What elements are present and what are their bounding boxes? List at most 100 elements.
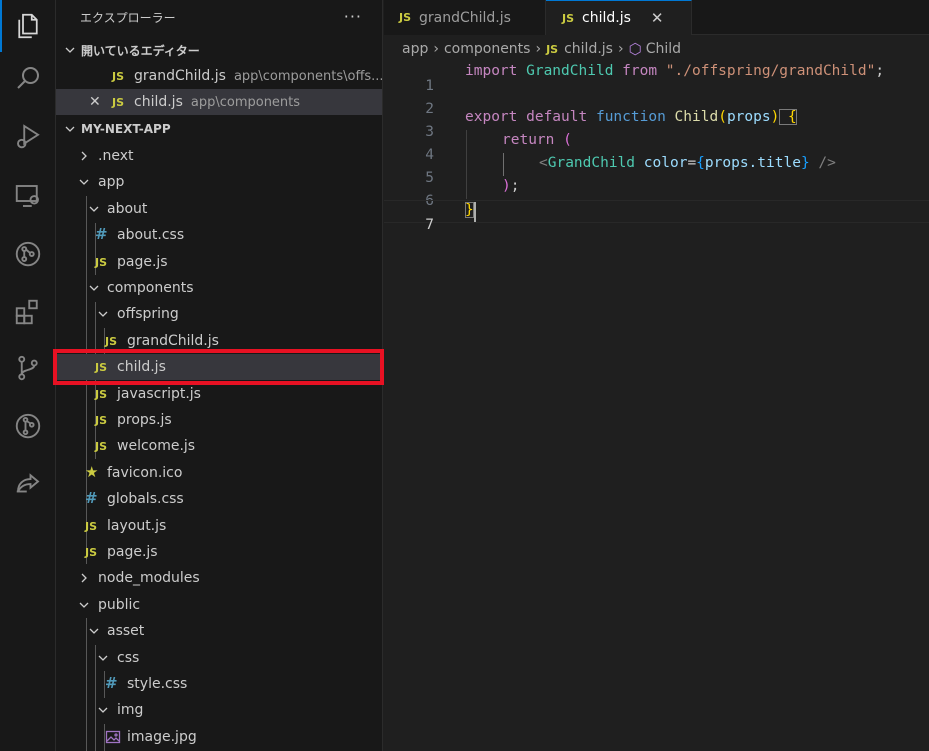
code-token: return: [502, 132, 555, 148]
live-share-icon[interactable]: [0, 458, 56, 510]
code-line: 4 return (: [384, 131, 929, 163]
tree-item-favicon[interactable]: ★ favicon.ico: [56, 460, 382, 486]
js-file-icon: JS: [95, 388, 108, 401]
tree-item-label: asset: [107, 623, 145, 639]
tree-item-about[interactable]: about: [56, 196, 382, 222]
js-file-icon: JS: [546, 42, 559, 56]
code-token: (: [554, 132, 572, 148]
js-file-icon: JS: [105, 335, 118, 348]
js-file-icon: JS: [112, 96, 125, 109]
code-line-current: 7 }: [384, 200, 929, 233]
code-token: =: [687, 155, 697, 171]
tree-item-label: style.css: [127, 676, 188, 692]
chevron-right-icon: ›: [535, 41, 542, 57]
code-token: GrandChild: [517, 63, 614, 79]
tree-item-globals-css[interactable]: # globals.css: [56, 486, 382, 512]
chevron-down-icon: [95, 702, 111, 718]
chevron-down-icon: [95, 650, 111, 666]
chevron-down-icon: [76, 174, 92, 190]
tree-item-img-folder[interactable]: img: [56, 697, 382, 723]
code-token: from: [613, 63, 658, 79]
breadcrumb: app › components › JS child.js › ⬡ Child: [384, 37, 929, 61]
chevron-right-icon: ›: [433, 41, 439, 57]
js-file-icon: JS: [112, 70, 125, 83]
tree-item-style-css[interactable]: # style.css: [56, 671, 382, 697]
open-editor-name: grandChild.js: [134, 68, 226, 84]
tree-item-asset[interactable]: asset: [56, 618, 382, 644]
code-editor[interactable]: 1 import GrandChild from "./offspring/gr…: [384, 61, 929, 751]
tree-item-offspring[interactable]: offspring: [56, 301, 382, 327]
tree-item-label: node_modules: [98, 570, 200, 586]
breadcrumb-file[interactable]: child.js: [564, 41, 613, 57]
breadcrumb-symbol[interactable]: Child: [646, 41, 681, 57]
run-debug-icon[interactable]: [0, 110, 56, 162]
line-code: return (: [502, 132, 572, 148]
git-graph-icon[interactable]: [0, 400, 56, 452]
code-token: (: [718, 109, 727, 125]
more-actions-button[interactable]: ···: [344, 7, 362, 26]
project-header[interactable]: MY-NEXT-APP: [56, 116, 382, 142]
chevron-down-icon: [86, 201, 102, 217]
chevron-down-icon: [86, 280, 102, 296]
close-icon[interactable]: ✕: [651, 9, 664, 27]
gitlens-icon[interactable]: [0, 228, 56, 280]
tree-item-node-modules[interactable]: node_modules: [56, 565, 382, 591]
tree-item-props-js[interactable]: JS props.js: [56, 407, 382, 433]
code-token: props.title: [704, 155, 801, 171]
open-editor-item[interactable]: ✕ JS child.js app\components: [56, 89, 382, 115]
tree-item-next[interactable]: .next: [56, 143, 382, 169]
image-file-icon: [105, 729, 121, 745]
tab-grandchild-js[interactable]: JS grandChild.js: [384, 0, 546, 35]
search-icon[interactable]: [0, 52, 56, 104]
code-token: ;: [875, 63, 885, 79]
tree-item-about-css[interactable]: # about.css: [56, 222, 382, 248]
tree-item-label: app: [98, 174, 125, 190]
tree-item-image-jpg[interactable]: image.jpg: [56, 724, 382, 750]
tree-item-label: javascript.js: [117, 386, 201, 402]
open-editor-item[interactable]: JS grandChild.js app\components\offs...: [56, 63, 382, 89]
code-token: {: [779, 109, 797, 125]
extensions-icon[interactable]: [0, 286, 56, 338]
remote-explorer-icon[interactable]: [0, 170, 56, 222]
line-code: export default function Child(props) {: [465, 109, 797, 125]
tree-item-public[interactable]: public: [56, 592, 382, 618]
css-file-icon: #: [105, 674, 118, 692]
js-file-icon: JS: [95, 256, 108, 269]
source-control-icon[interactable]: [0, 342, 56, 394]
tree-item-label: favicon.ico: [107, 465, 183, 481]
code-token: ): [502, 178, 511, 194]
tree-item-label: page.js: [107, 544, 158, 560]
highlight-box: [53, 349, 384, 385]
code-line: 6 );: [384, 177, 929, 209]
open-editors-header[interactable]: 開いているエディター: [56, 37, 382, 63]
css-file-icon: #: [85, 489, 98, 507]
js-file-icon: JS: [95, 414, 108, 427]
tree-item-layout-js[interactable]: JS layout.js: [56, 513, 382, 539]
code-token: default: [517, 109, 588, 125]
tree-item-label: about.css: [117, 227, 185, 243]
tree-item-about-page-js[interactable]: JS page.js: [56, 249, 382, 275]
code-token: }: [465, 202, 474, 218]
line-number: 7: [425, 217, 434, 233]
tree-item-components[interactable]: components: [56, 275, 382, 301]
breadcrumb-app[interactable]: app: [402, 41, 428, 57]
tree-item-app[interactable]: app: [56, 169, 382, 195]
open-editor-name: child.js: [134, 94, 183, 110]
open-editor-label: child.js app\components: [134, 94, 300, 110]
line-code: import GrandChild from "./offspring/gran…: [465, 63, 884, 79]
tree-item-label: grandChild.js: [127, 333, 219, 349]
tab-child-js[interactable]: JS child.js ✕: [546, 0, 692, 35]
tree-item-page-js[interactable]: JS page.js: [56, 539, 382, 565]
js-file-icon: JS: [399, 11, 412, 24]
tree-item-label: page.js: [117, 254, 168, 270]
code-token: props: [726, 109, 771, 125]
star-icon: ★: [85, 463, 99, 481]
close-icon[interactable]: ✕: [89, 94, 101, 110]
tree-item-label: offspring: [117, 306, 179, 322]
chevron-down-icon: [76, 597, 92, 613]
tree-item-welcome-js[interactable]: JS welcome.js: [56, 433, 382, 459]
activity-bar: [0, 0, 56, 751]
tree-item-css-folder[interactable]: css: [56, 645, 382, 671]
breadcrumb-components[interactable]: components: [444, 41, 531, 57]
explorer-icon[interactable]: [0, 0, 56, 52]
